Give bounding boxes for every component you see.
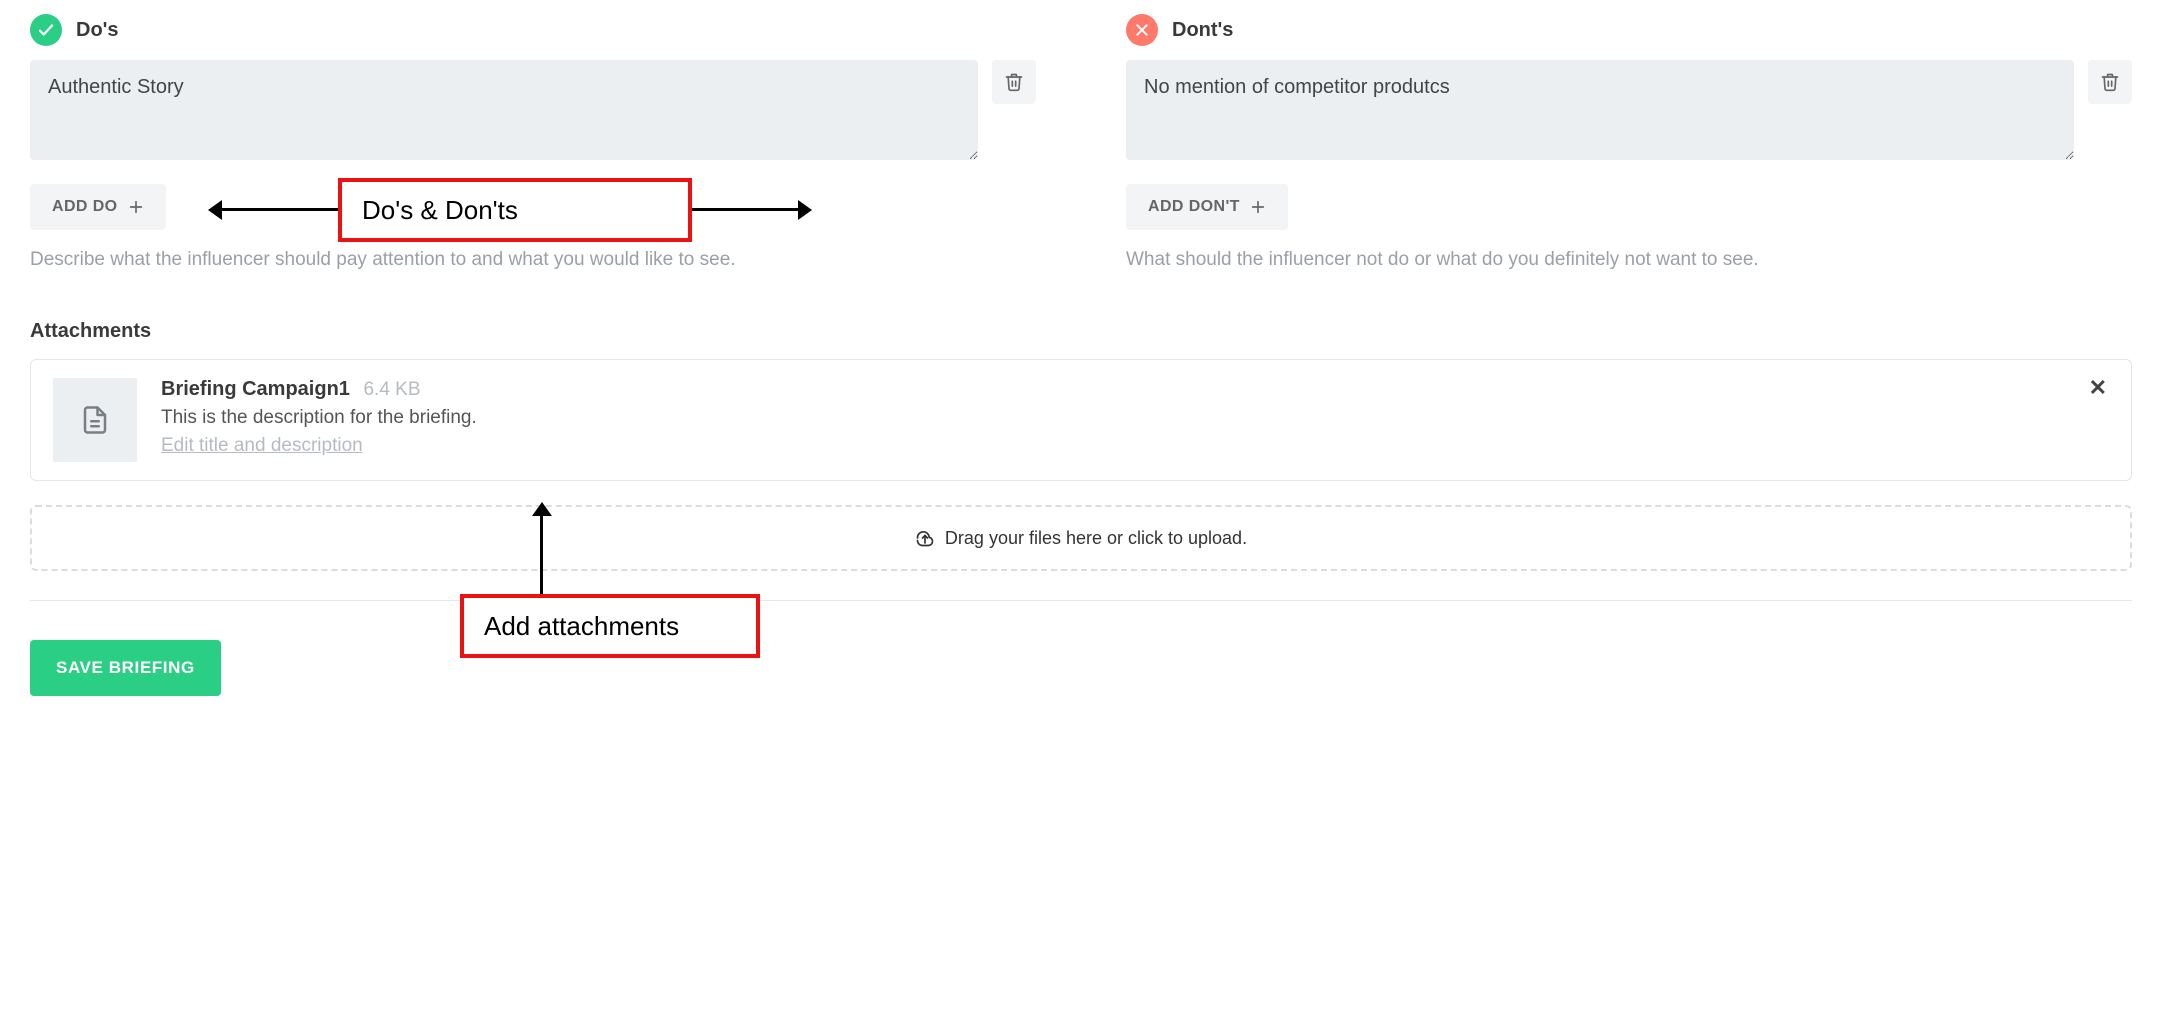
arrowhead-right-icon — [798, 200, 812, 220]
close-icon: ✕ — [2089, 375, 2107, 400]
annotation-arrow-left — [218, 208, 338, 211]
annotation-arrow-right — [692, 208, 800, 211]
attachment-size: 6.4 KB — [363, 379, 420, 400]
attachment-description: This is the description for the briefing… — [161, 407, 2109, 429]
upload-icon — [915, 528, 935, 548]
attachment-title: Briefing Campaign1 — [161, 378, 350, 400]
arrowhead-left-icon — [208, 200, 222, 220]
attachment-card: Briefing Campaign1 6.4 KB This is the de… — [30, 359, 2132, 481]
annotation-dos-donts: Do's & Don'ts — [338, 178, 692, 242]
trash-icon — [2100, 72, 2120, 92]
plus-icon — [128, 199, 144, 215]
add-dont-button[interactable]: ADD DON'T — [1126, 184, 1288, 230]
annotation-arrow-up — [540, 514, 543, 594]
plus-icon — [1250, 199, 1266, 215]
do-item-input[interactable] — [30, 60, 978, 160]
check-icon — [30, 14, 62, 46]
donts-help-text: What should the influencer not do or wha… — [1126, 246, 1866, 274]
donts-column: Dont's ADD DON'T What should the influen… — [1126, 14, 2132, 274]
edit-attachment-link[interactable]: Edit title and description — [161, 435, 363, 457]
save-briefing-button[interactable]: SAVE BRIEFING — [30, 640, 221, 696]
add-do-button[interactable]: ADD DO — [30, 184, 166, 230]
remove-attachment-button[interactable]: ✕ — [2083, 374, 2113, 402]
dos-title: Do's — [76, 19, 119, 42]
donts-title: Dont's — [1172, 19, 1233, 42]
delete-do-button[interactable] — [992, 60, 1036, 104]
divider — [30, 600, 2132, 601]
dont-item-input[interactable] — [1126, 60, 2074, 160]
upload-dropzone[interactable]: Drag your files here or click to upload. — [30, 505, 2132, 571]
trash-icon — [1004, 72, 1024, 92]
dropzone-text: Drag your files here or click to upload. — [945, 528, 1247, 549]
add-do-label: ADD DO — [52, 198, 118, 216]
annotation-add-attachments: Add attachments — [460, 594, 760, 658]
arrowhead-up-icon — [532, 502, 552, 516]
attachments-heading: Attachments — [30, 320, 2132, 343]
delete-dont-button[interactable] — [2088, 60, 2132, 104]
file-icon — [53, 378, 137, 462]
dos-help-text: Describe what the influencer should pay … — [30, 246, 770, 274]
add-dont-label: ADD DON'T — [1148, 198, 1240, 216]
x-icon — [1126, 14, 1158, 46]
